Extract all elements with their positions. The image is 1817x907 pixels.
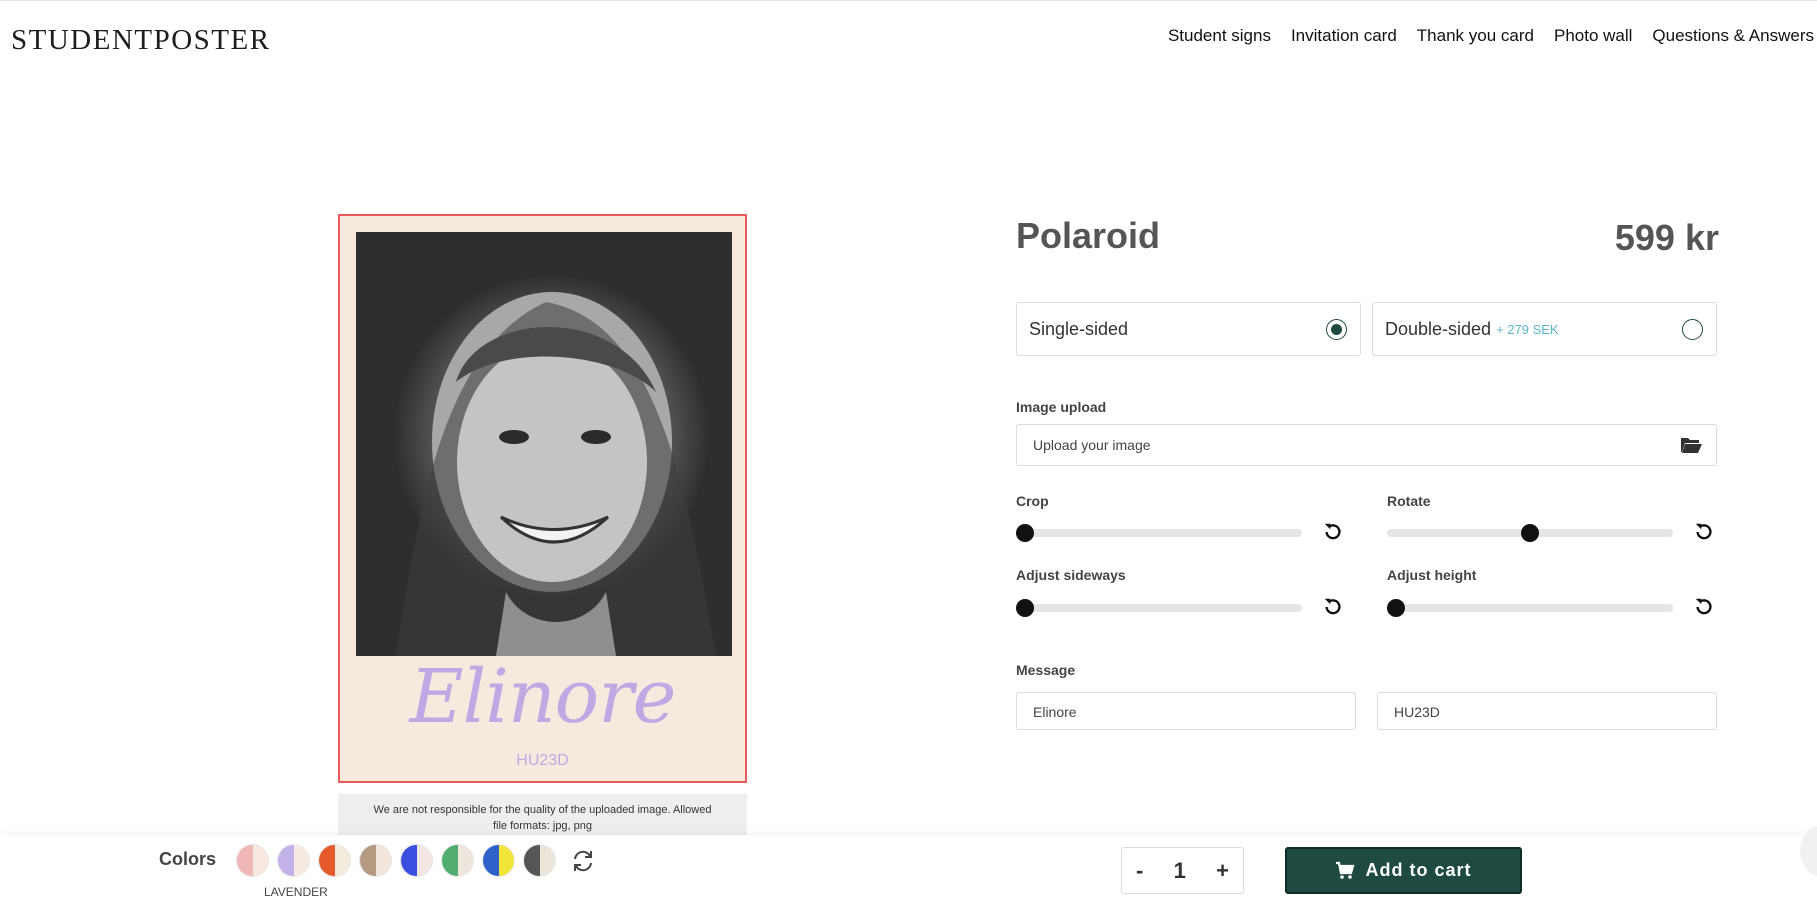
selected-color-name: LAVENDER [264,885,328,899]
image-upload-field[interactable]: Upload your image [1016,424,1717,466]
reset-height-icon[interactable] [1693,596,1715,618]
poster-name-text: Elinore [409,654,677,740]
add-to-cart-label: Add to cart [1365,860,1472,880]
tan-swatch[interactable] [359,844,392,877]
quantity-increase-button[interactable]: + [1216,858,1229,884]
option-label: Double-sided [1385,318,1492,339]
site-logo[interactable]: STUDENTPOSTER [11,24,271,57]
add-to-cart-button[interactable]: Add to cart [1285,847,1522,894]
message-line1-input[interactable]: Elinore [1016,692,1356,730]
product-price: 599 kr [1614,217,1719,258]
radio-selected-icon[interactable] [1326,319,1347,340]
adjust-height-label: Adjust height [1387,567,1477,583]
pink-swatch[interactable] [236,844,269,877]
rotate-label: Rotate [1387,493,1431,509]
adjust-height-slider[interactable] [1387,597,1673,617]
main-nav: Student signs Invitation card Thank you … [1168,26,1814,46]
folder-open-icon[interactable] [1680,436,1702,454]
slider-track [1016,604,1302,612]
message-line2-input[interactable]: HU23D [1377,692,1717,730]
message-label: Message [1016,662,1076,678]
reset-sideways-icon[interactable] [1322,596,1344,618]
green-swatch[interactable] [441,844,474,877]
nav-thank-you-card[interactable]: Thank you card [1417,26,1534,46]
product-title: Polaroid [1016,215,1161,256]
nav-questions-answers[interactable]: Questions & Answers [1652,26,1814,46]
slider-thumb[interactable] [1016,524,1034,542]
quantity-decrease-button[interactable]: - [1136,858,1143,884]
colors-label: Colors [159,849,217,869]
quantity-stepper[interactable]: - 1 + [1121,847,1244,894]
nav-student-signs[interactable]: Student signs [1168,26,1271,46]
option-extra-price: + 279 SEK [1496,321,1559,337]
upload-label: Image upload [1016,399,1107,415]
poster-preview: Elinore HU23D [338,214,747,783]
blue-swatch[interactable] [400,844,433,877]
bottom-bar: Colors LAVENDER - 1 + Add to cart [0,835,1817,907]
reset-rotate-icon[interactable] [1693,521,1715,543]
rotate-slider[interactable] [1387,522,1673,542]
top-border [0,0,1817,1]
slider-track [1387,604,1673,612]
poster-code-text: HU23D [516,752,569,769]
crop-label: Crop [1016,493,1049,509]
slider-thumb[interactable] [1521,524,1539,542]
option-double-sided[interactable]: Double-sided + 279 SEK [1372,302,1717,356]
adjust-sideways-slider[interactable] [1016,597,1302,617]
blue-yellow-swatch[interactable] [482,844,515,877]
slider-track [1016,529,1302,537]
cart-icon [1336,861,1355,879]
upload-disclaimer: We are not responsible for the quality o… [338,794,747,836]
nav-photo-wall[interactable]: Photo wall [1554,26,1632,46]
upload-placeholder: Upload your image [1033,437,1151,453]
slider-thumb[interactable] [1387,599,1405,617]
quantity-value[interactable]: 1 [1174,858,1186,884]
poster-photo [356,232,732,656]
reset-crop-icon[interactable] [1322,521,1344,543]
crop-slider[interactable] [1016,522,1302,542]
refresh-colors-icon[interactable] [570,848,596,874]
adjust-sideways-label: Adjust sideways [1016,567,1126,583]
slider-thumb[interactable] [1016,599,1034,617]
radio-unselected-icon[interactable] [1682,319,1703,340]
option-single-sided[interactable]: Single-sided [1016,302,1361,356]
orange-swatch[interactable] [318,844,351,877]
option-label: Single-sided [1029,318,1129,339]
nav-invitation-card[interactable]: Invitation card [1291,26,1397,46]
lavender-swatch[interactable] [277,844,310,877]
grey-swatch[interactable] [523,844,556,877]
